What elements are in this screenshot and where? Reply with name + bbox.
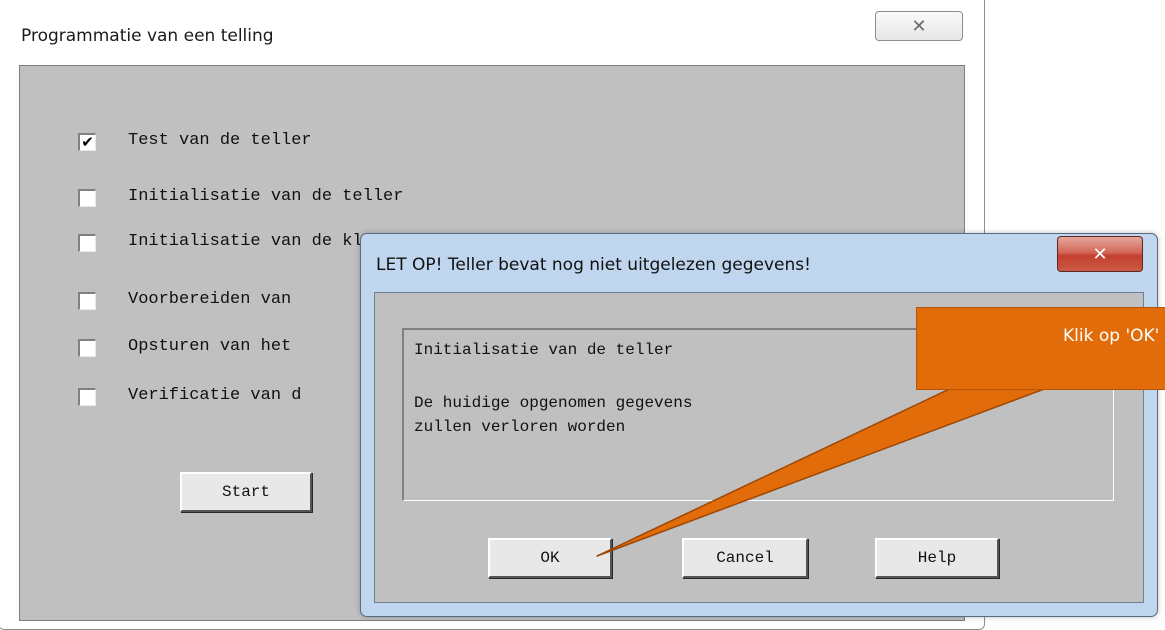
checkbox[interactable] xyxy=(78,292,96,310)
window-title: Programmatie van een telling xyxy=(21,26,274,46)
option-opsturen[interactable]: Opsturen van het xyxy=(78,336,291,360)
callout-text: Klik op 'OK' xyxy=(1063,326,1160,346)
option-voorbereiden[interactable]: Voorbereiden van xyxy=(78,289,291,313)
option-initialisatie-teller[interactable]: Initialisatie van de teller xyxy=(78,186,403,210)
message-line: zullen verloren worden xyxy=(414,418,626,436)
close-button[interactable]: ✕ xyxy=(875,11,963,41)
option-label: Verificatie van d xyxy=(128,386,302,405)
option-label: Initialisatie van de klok xyxy=(128,232,384,251)
option-initialisatie-klok[interactable]: Initialisatie van de klok xyxy=(78,231,383,255)
option-label: Test van de teller xyxy=(128,131,312,150)
warning-dialog: LET OP! Teller bevat nog niet uitgelezen… xyxy=(360,233,1158,617)
checkbox[interactable]: ✔ xyxy=(78,133,96,151)
checkbox[interactable] xyxy=(78,234,96,252)
option-verificatie[interactable]: Verificatie van d xyxy=(78,385,301,409)
message-line: De huidige opgenomen gegevens xyxy=(414,394,693,412)
checkbox[interactable] xyxy=(78,339,96,357)
close-icon: ✕ xyxy=(911,15,927,37)
checkbox[interactable] xyxy=(78,189,96,207)
checkmark-icon: ✔ xyxy=(81,133,94,151)
callout: Klik op 'OK' xyxy=(916,307,1165,390)
cancel-button[interactable]: Cancel xyxy=(682,538,808,578)
message-line: Initialisatie van de teller xyxy=(414,341,674,359)
dialog-close-button[interactable]: ✕ xyxy=(1057,236,1143,272)
option-label: Opsturen van het xyxy=(128,337,292,356)
start-button[interactable]: Start xyxy=(180,472,312,512)
checkbox[interactable] xyxy=(78,388,96,406)
option-test-teller[interactable]: ✔ Test van de teller xyxy=(78,130,312,154)
close-icon: ✕ xyxy=(1092,243,1108,265)
option-label: Initialisatie van de teller xyxy=(128,187,404,206)
dialog-title: LET OP! Teller bevat nog niet uitgelezen… xyxy=(376,255,811,275)
ok-button[interactable]: OK xyxy=(488,538,612,578)
help-button[interactable]: Help xyxy=(875,538,999,578)
option-label: Voorbereiden van xyxy=(128,290,292,309)
